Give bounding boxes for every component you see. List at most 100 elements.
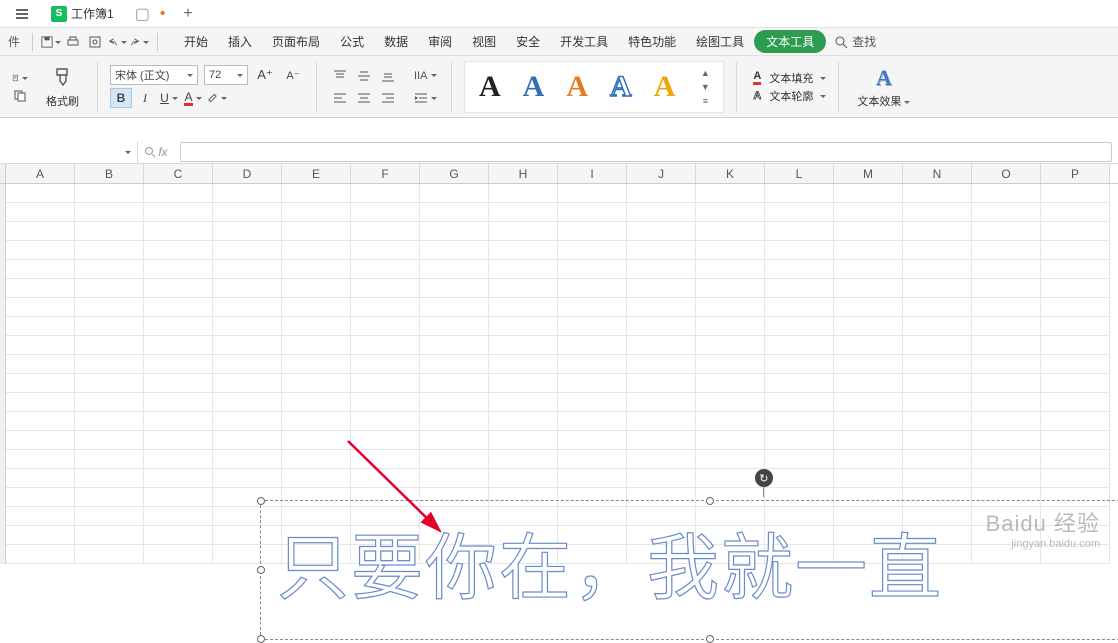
cell[interactable] [420,203,489,222]
font-name-select[interactable]: 宋体 (正文) [110,65,198,85]
cell[interactable] [558,203,627,222]
cell[interactable] [489,393,558,412]
cell[interactable] [75,203,144,222]
cell[interactable] [903,184,972,203]
cell[interactable] [1041,241,1110,260]
redo-icon[interactable] [129,33,149,51]
cell[interactable] [6,184,75,203]
cell[interactable] [765,317,834,336]
resize-handle-sw[interactable] [257,635,265,643]
cell[interactable] [972,203,1041,222]
cell[interactable] [75,507,144,526]
cell[interactable] [765,412,834,431]
tab-review[interactable]: 审阅 [418,29,462,54]
cell[interactable] [558,336,627,355]
cell[interactable] [696,374,765,393]
font-size-select[interactable]: 72 [204,65,248,85]
cell[interactable] [6,279,75,298]
cell[interactable] [627,412,696,431]
cell[interactable] [696,412,765,431]
cell[interactable] [420,298,489,317]
cell[interactable] [489,450,558,469]
cell[interactable] [903,431,972,450]
cell[interactable] [420,355,489,374]
wordart-style-1[interactable]: A [475,70,505,104]
cell[interactable] [627,393,696,412]
cell[interactable] [903,298,972,317]
cell[interactable] [903,469,972,488]
cell[interactable] [834,469,903,488]
cell[interactable] [765,431,834,450]
cell[interactable] [765,336,834,355]
cell[interactable] [213,260,282,279]
cell[interactable] [489,298,558,317]
tab-start[interactable]: 开始 [174,29,218,54]
col-header[interactable]: C [144,164,213,183]
cell[interactable] [213,184,282,203]
cell[interactable] [6,317,75,336]
cell[interactable] [144,298,213,317]
cell[interactable] [489,279,558,298]
cell[interactable] [1041,431,1110,450]
cell[interactable] [213,431,282,450]
cell[interactable] [6,241,75,260]
cell[interactable] [6,431,75,450]
cell[interactable] [765,355,834,374]
cell[interactable] [489,412,558,431]
cell[interactable] [558,260,627,279]
cell[interactable] [6,545,75,564]
cell[interactable] [627,317,696,336]
cell[interactable] [972,374,1041,393]
cell[interactable] [834,450,903,469]
cell[interactable] [6,203,75,222]
cell[interactable] [1041,260,1110,279]
cell[interactable] [75,184,144,203]
cell[interactable] [972,317,1041,336]
tab-special[interactable]: 特色功能 [618,29,686,54]
cell[interactable] [75,317,144,336]
cell[interactable] [834,355,903,374]
cell[interactable] [420,469,489,488]
cell[interactable] [420,412,489,431]
cell[interactable] [420,184,489,203]
cell[interactable] [6,526,75,545]
cell[interactable] [6,355,75,374]
wordart-style-5[interactable]: A [650,70,680,104]
cell[interactable] [144,203,213,222]
cell[interactable] [351,203,420,222]
cell[interactable] [282,469,351,488]
cell[interactable] [903,317,972,336]
tab-formula[interactable]: 公式 [330,29,374,54]
cell[interactable] [489,203,558,222]
cell[interactable] [420,241,489,260]
cell[interactable] [6,222,75,241]
cell[interactable] [144,507,213,526]
cell[interactable] [627,336,696,355]
cell[interactable] [765,393,834,412]
col-header[interactable]: L [765,164,834,183]
cell[interactable] [213,393,282,412]
cell[interactable] [972,469,1041,488]
tab-view[interactable]: 视图 [462,29,506,54]
cell[interactable] [351,412,420,431]
cell[interactable] [420,393,489,412]
cell[interactable] [144,260,213,279]
tab-data[interactable]: 数据 [374,29,418,54]
cell[interactable] [1041,412,1110,431]
cell[interactable] [1041,336,1110,355]
cell[interactable] [489,469,558,488]
cell[interactable] [144,488,213,507]
cell[interactable] [696,184,765,203]
cell[interactable] [489,241,558,260]
tab-text-tools[interactable]: 文本工具 [754,30,826,53]
cell[interactable] [903,260,972,279]
cell[interactable] [489,317,558,336]
cell[interactable] [1041,317,1110,336]
cell[interactable] [972,336,1041,355]
cell[interactable] [75,374,144,393]
cell[interactable] [351,336,420,355]
cell[interactable] [834,317,903,336]
cell[interactable] [282,412,351,431]
cell[interactable] [351,279,420,298]
cell[interactable] [558,317,627,336]
